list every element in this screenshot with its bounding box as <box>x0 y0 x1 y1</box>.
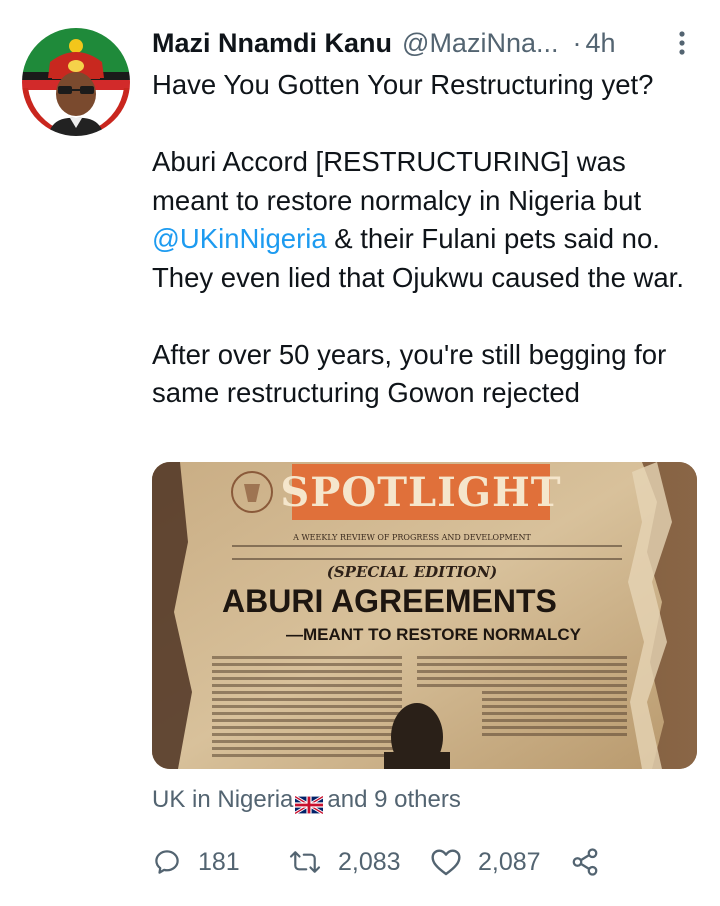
tweet-text: Have You Gotten Your Restructuring yet? … <box>152 66 702 413</box>
share-button[interactable] <box>570 847 600 877</box>
avatar-image <box>22 28 130 136</box>
like-count: 2,087 <box>478 847 541 876</box>
avatar[interactable] <box>22 28 130 136</box>
retweet-count: 2,083 <box>338 847 401 876</box>
tweet-text-paragraph2: Aburi Accord [RESTRUCTURING] was meant t… <box>152 143 702 297</box>
tweet-header: Mazi Nnamdi Kanu @MaziNna... · 4h <box>152 26 696 60</box>
retweet-button[interactable]: 2,083 <box>288 847 430 877</box>
social-context[interactable]: UK in Nigeria and 9 others <box>152 784 461 816</box>
retweet-icon <box>288 847 322 877</box>
media-headline: ABURI AGREEMENTS <box>222 583 557 619</box>
author-handle[interactable]: @MaziNna... <box>402 26 558 60</box>
media-subhead: A WEEKLY REVIEW OF PROGRESS AND DEVELOPM… <box>292 533 531 542</box>
newspaper-photo: SPOTLIGHT A WEEKLY REVIEW OF PROGRESS AN… <box>152 462 697 769</box>
tweet-text-line1: Have You Gotten Your Restructuring yet? <box>152 69 654 100</box>
reply-button[interactable]: 181 <box>152 847 288 877</box>
like-button[interactable]: 2,087 <box>430 847 570 877</box>
tweet-text-paragraph3: After over 50 years, you're still beggin… <box>152 338 667 409</box>
tweet[interactable]: Mazi Nnamdi Kanu @MaziNna... · 4h Have Y… <box>0 0 720 906</box>
mention-link[interactable]: @UKinNigeria <box>152 223 327 254</box>
more-vertical-icon[interactable] <box>668 26 696 60</box>
uk-flag-icon <box>294 791 325 815</box>
tweet-actions: 181 2,083 2,087 <box>152 838 600 886</box>
share-icon <box>570 847 600 877</box>
media-masthead: SPOTLIGHT <box>280 469 561 516</box>
reply-icon <box>152 847 182 877</box>
paragraph2-part1: Aburi Accord [RESTRUCTURING] was meant t… <box>152 146 642 216</box>
tweet-time[interactable]: 4h <box>585 26 615 60</box>
like-icon <box>430 847 462 877</box>
reply-count: 181 <box>198 847 240 876</box>
tweet-media[interactable]: SPOTLIGHT A WEEKLY REVIEW OF PROGRESS AN… <box>152 462 697 769</box>
media-subheadline: —MEANT TO RESTORE NORMALCY <box>286 625 582 644</box>
media-edition: (SPECIAL EDITION) <box>327 563 498 581</box>
author-name[interactable]: Mazi Nnamdi Kanu <box>152 26 392 60</box>
separator-dot: · <box>572 28 582 58</box>
social-context-suffix: and 9 others <box>327 786 461 813</box>
social-context-prefix: UK in Nigeria <box>152 786 294 813</box>
